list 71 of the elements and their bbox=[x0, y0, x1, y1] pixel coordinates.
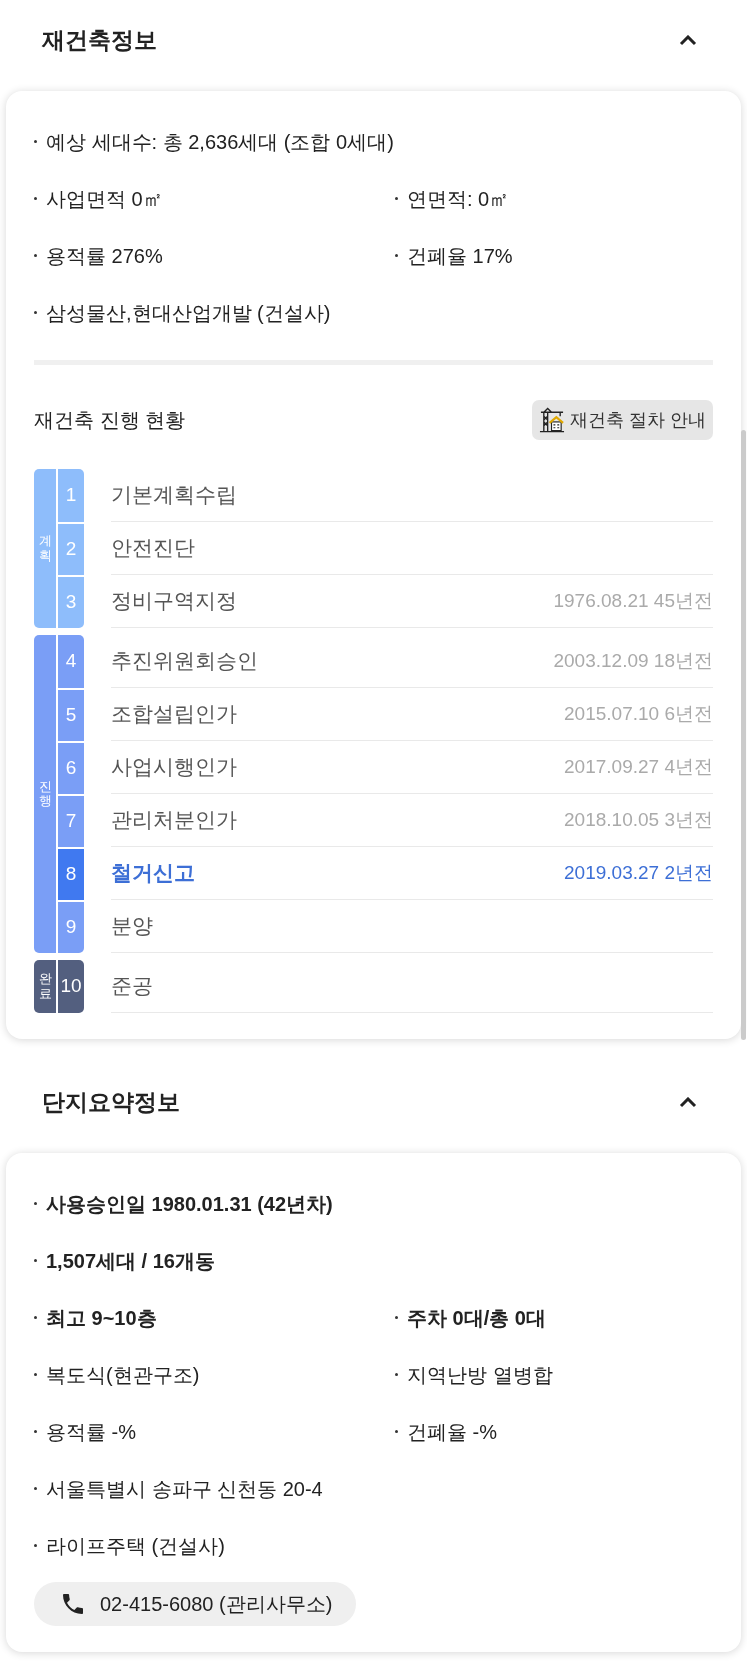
step-name: 철거신고 bbox=[111, 860, 195, 887]
step-number: 7 bbox=[58, 794, 84, 847]
section-title: 재건축정보 bbox=[42, 25, 157, 55]
bullet-icon bbox=[395, 254, 398, 257]
step-number: 6 bbox=[58, 741, 84, 794]
procedure-guide-button[interactable]: 재건축 절차 안내 bbox=[532, 400, 713, 440]
step-date: 2017.09.27 4년전 bbox=[564, 754, 713, 779]
info-text: 주차 0대/총 0대 bbox=[407, 1305, 546, 1331]
step-number: 10 bbox=[58, 960, 84, 1013]
info-text: 사용승인일 1980.01.31 (42년차) bbox=[46, 1191, 333, 1217]
info-text: 건폐율 -% bbox=[407, 1419, 497, 1445]
step-number: 5 bbox=[58, 688, 84, 741]
scrollbar-thumb[interactable] bbox=[741, 430, 746, 1040]
step-name: 조합설립인가 bbox=[111, 701, 237, 728]
step-name: 정비구역지정 bbox=[111, 588, 237, 615]
info-text: 최고 9~10층 bbox=[46, 1305, 157, 1331]
bullet-icon bbox=[395, 1316, 398, 1319]
bullet-icon bbox=[34, 254, 37, 257]
step-date: 1976.08.21 45년전 bbox=[553, 588, 713, 613]
bullet-icon bbox=[395, 197, 398, 200]
step-name: 사업시행인가 bbox=[111, 754, 237, 781]
info-text: 삼성물산,현대산업개발 (건설사) bbox=[46, 300, 331, 326]
bullet-icon bbox=[34, 1430, 37, 1433]
bullet-icon bbox=[34, 1487, 37, 1490]
phone-button[interactable]: 02-415-6080 (관리사무소) bbox=[34, 1582, 357, 1626]
progress-title: 재건축 진행 현황 bbox=[34, 408, 186, 433]
step-name: 안전진단 bbox=[111, 535, 195, 562]
bullet-icon bbox=[34, 1202, 37, 1205]
stage-label: 계획 bbox=[34, 469, 56, 628]
info-text: 라이프주택 (건설사) bbox=[46, 1533, 225, 1559]
info-text: 복도식(현관구조) bbox=[46, 1362, 200, 1388]
info-text: 서울특별시 송파구 신천동 20-4 bbox=[46, 1476, 323, 1502]
step-name: 관리처분인가 bbox=[111, 807, 237, 834]
chevron-up-icon[interactable] bbox=[679, 34, 697, 46]
step-date: 2019.03.27 2년전 bbox=[564, 860, 713, 885]
step-date: 2003.12.09 18년전 bbox=[553, 648, 713, 673]
step-number: 1 bbox=[58, 469, 84, 522]
info-text: 용적률 -% bbox=[46, 1419, 136, 1445]
bullet-icon bbox=[395, 1430, 398, 1433]
bullet-icon bbox=[34, 1373, 37, 1376]
info-text: 사업면적 0㎡ bbox=[46, 186, 163, 212]
info-text: 지역난방 열병합 bbox=[407, 1362, 553, 1388]
bullet-icon bbox=[34, 1316, 37, 1319]
info-text: 용적률 276% bbox=[46, 243, 163, 269]
step-date: 2018.10.05 3년전 bbox=[564, 807, 713, 832]
info-text: 연면적: 0㎡ bbox=[407, 186, 510, 212]
info-text: 건폐율 17% bbox=[407, 243, 513, 269]
phone-icon bbox=[63, 1594, 83, 1614]
stage-label: 완료 bbox=[34, 960, 56, 1013]
step-number: 4 bbox=[58, 635, 84, 688]
stage-label: 진행 bbox=[34, 635, 56, 953]
crane-icon bbox=[539, 407, 565, 433]
bullet-icon bbox=[34, 140, 37, 143]
step-number: 9 bbox=[58, 900, 84, 953]
bullet-icon bbox=[34, 1259, 37, 1262]
section-title: 단지요약정보 bbox=[42, 1087, 180, 1117]
step-number: 2 bbox=[58, 522, 84, 575]
step-name: 준공 bbox=[111, 973, 153, 1000]
step-date: 2015.07.10 6년전 bbox=[564, 701, 713, 726]
step-name: 분양 bbox=[111, 913, 153, 940]
step-name: 추진위원회승인 bbox=[111, 648, 258, 675]
info-text: 1,507세대 / 16개동 bbox=[46, 1248, 215, 1274]
bullet-icon bbox=[34, 1544, 37, 1547]
bullet-icon bbox=[395, 1373, 398, 1376]
bullet-icon bbox=[34, 197, 37, 200]
info-text: 예상 세대수: 총 2,636세대 (조합 0세대) bbox=[46, 129, 394, 155]
chevron-up-icon[interactable] bbox=[679, 1096, 697, 1108]
bullet-icon bbox=[34, 311, 37, 314]
step-number: 8 bbox=[58, 847, 84, 900]
step-number: 3 bbox=[58, 575, 84, 628]
step-name: 기본계획수립 bbox=[111, 482, 237, 509]
